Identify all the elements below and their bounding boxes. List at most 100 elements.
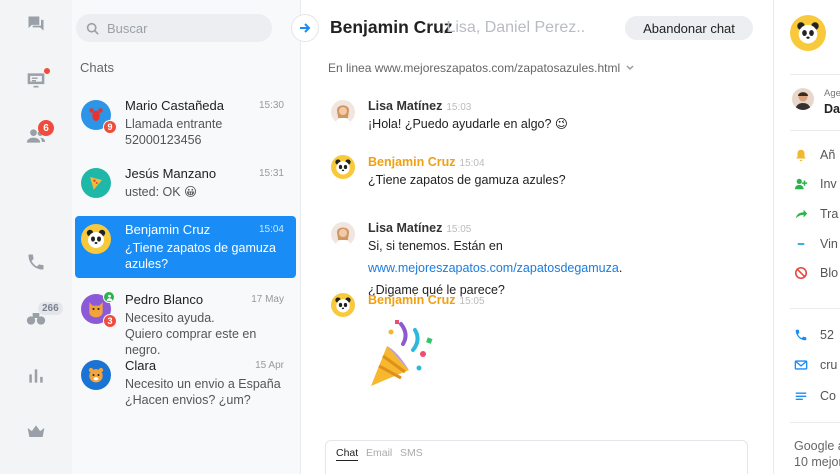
phone-icon[interactable]: [24, 250, 48, 274]
panda-icon: [335, 159, 351, 175]
conversation-item[interactable]: 9 Mario Castañeda 15:30 Llamada entrante…: [75, 92, 296, 154]
message-text: ¡Hola! ¿Puedo ayudarle en algo? 😉: [368, 117, 568, 131]
conversation-name: Pedro Blanco: [125, 292, 204, 307]
agent-name: Da: [824, 102, 840, 116]
message-composer[interactable]: Chat Email SMS: [325, 440, 748, 474]
message-time: 15:04: [459, 158, 485, 169]
visitors-badge: 6: [38, 120, 54, 136]
lobster-icon: [89, 108, 103, 121]
transfer-arrow-icon: [795, 209, 808, 219]
conversation-time: 15:31: [258, 168, 284, 179]
conversation-item-active[interactable]: Benjamin Cruz 15:04 ¿Tiene zapatos de ga…: [75, 216, 296, 278]
phone-icon: [795, 329, 807, 341]
agent-label: Age: [824, 88, 840, 99]
conversation-preview: Necesito un envio a España ¿Hacen envios…: [125, 376, 287, 408]
conversation-time: 17 May: [251, 294, 284, 305]
contact-phone[interactable]: 52: [794, 328, 834, 342]
preview-line: Llamada entrante: [125, 117, 223, 131]
agent-avatar: [331, 100, 355, 124]
action-label: Blo: [820, 266, 839, 280]
transfer-action[interactable]: Tra: [794, 207, 838, 221]
leave-chat-button[interactable]: Abandonar chat: [625, 16, 753, 40]
chat-view: Benjamin Cruz ,Lisa, Daniel Perez.. Aban…: [291, 0, 773, 474]
conversation-preview: Llamada entrante 52000123456: [125, 116, 287, 148]
preview-line: usted: OK 😀: [125, 185, 198, 199]
agent-avatar: [792, 88, 814, 110]
avatar: [81, 168, 111, 198]
source-line: Google a: [794, 439, 840, 453]
add-action[interactable]: Añ: [794, 148, 835, 162]
add-user-icon: [794, 178, 808, 190]
conversation-preview: ¿Tiene zapatos de gamuza azules?: [125, 240, 287, 272]
composer-tab-chat[interactable]: Chat: [336, 447, 359, 461]
bell-icon: [796, 149, 806, 162]
archive-count-badge: 266: [38, 302, 63, 315]
tiger-icon: [88, 367, 104, 383]
party-popper-sticker: [371, 320, 433, 386]
cat-icon: [89, 302, 103, 318]
conversation-name: Clara: [125, 358, 157, 373]
invite-action[interactable]: Inv: [794, 177, 837, 191]
visitor-avatar: [331, 155, 355, 179]
message-text: Si, si tenemos. Están en www.mejoreszapa…: [368, 239, 623, 297]
search-input[interactable]: [107, 20, 257, 36]
block-action[interactable]: Blo: [794, 266, 838, 280]
message-link[interactable]: www.mejoreszapatos.com/zapatosdegamuza: [368, 261, 619, 275]
conversation-time: 15:30: [258, 100, 284, 111]
notification-dot: [43, 67, 51, 75]
preview-line: Necesito un envio a España: [125, 377, 281, 391]
unread-badge: 3: [103, 314, 117, 328]
visitor-avatar-large: [790, 15, 826, 51]
contact-value: Co: [820, 389, 836, 403]
block-icon: [794, 266, 808, 280]
preview-line: 52000123456: [125, 133, 202, 147]
action-label: Vin: [820, 237, 838, 251]
link-action[interactable]: Vin: [794, 237, 838, 251]
avatar: [81, 224, 111, 254]
search-box[interactable]: [76, 14, 272, 42]
chat-list-panel: Chats 9 Mario Castañeda 15:30 Llamada en…: [72, 0, 301, 474]
crown-icon[interactable]: [24, 420, 48, 444]
chat-list-title: Chats: [80, 60, 114, 75]
unread-badge: 9: [103, 120, 117, 134]
search-icon: [86, 22, 99, 35]
link-icon: [797, 243, 805, 245]
stats-icon[interactable]: [24, 364, 48, 388]
preview-line: ¿Tiene zapatos de gamuza: [125, 241, 277, 255]
conversation-item[interactable]: Clara 15 Apr Necesito un envio a España …: [75, 352, 296, 414]
message-text: ¿Tiene zapatos de gamuza azules?: [368, 173, 566, 187]
panda-icon: [86, 229, 106, 248]
conversation-name: Jesús Manzano: [125, 166, 217, 181]
icon-rail: 6 266: [0, 0, 72, 474]
agent-avatar: [331, 222, 355, 246]
panda-icon: [335, 297, 351, 313]
action-label: Añ: [820, 148, 836, 162]
chats-icon[interactable]: [24, 12, 48, 36]
preview-line: Necesito ayuda.: [125, 311, 215, 325]
conversation-item[interactable]: 3 Pedro Blanco 17 May Necesito ayuda. Qu…: [75, 286, 296, 357]
conversation-item[interactable]: Jesús Manzano 15:31 usted: OK 😀: [75, 160, 296, 222]
visitor-status[interactable]: En linea www.mejoreszapatos.com/zapatosa…: [328, 61, 634, 75]
contact-notes[interactable]: Co: [794, 389, 836, 403]
composer-tab-sms[interactable]: SMS: [400, 447, 423, 459]
contact-value: 52: [820, 328, 834, 342]
conversation-name: Mario Castañeda: [125, 98, 224, 113]
action-label: Inv: [820, 177, 837, 191]
avatar: [81, 360, 111, 390]
visitor-status-text: En linea www.mejoreszapatos.com/zapatosa…: [328, 61, 621, 75]
message-author: Benjamin Cruz 15:04: [368, 155, 485, 169]
mail-icon: [794, 360, 808, 370]
conversation-time: 15 Apr: [255, 360, 284, 371]
conversation-time: 15:04: [258, 224, 284, 235]
contact-value: cru: [820, 358, 838, 372]
action-label: Tra: [820, 207, 839, 221]
contact-email[interactable]: cru: [794, 358, 837, 372]
source-line: 10 mejor: [794, 455, 840, 469]
visitor-avatar: [331, 293, 355, 317]
message-author: Lisa Matínez 15:05: [368, 221, 472, 235]
message-author: Lisa Matínez 15:03: [368, 99, 472, 113]
collapse-list-button[interactable]: [291, 14, 319, 42]
composer-tab-email[interactable]: Email: [366, 447, 392, 459]
visitor-details-panel: Age Da Añ Inv Tra Vin Blo 52 cru Co Goog…: [773, 0, 840, 474]
conversation-preview: Necesito ayuda. Quiero comprar este en n…: [125, 310, 287, 358]
